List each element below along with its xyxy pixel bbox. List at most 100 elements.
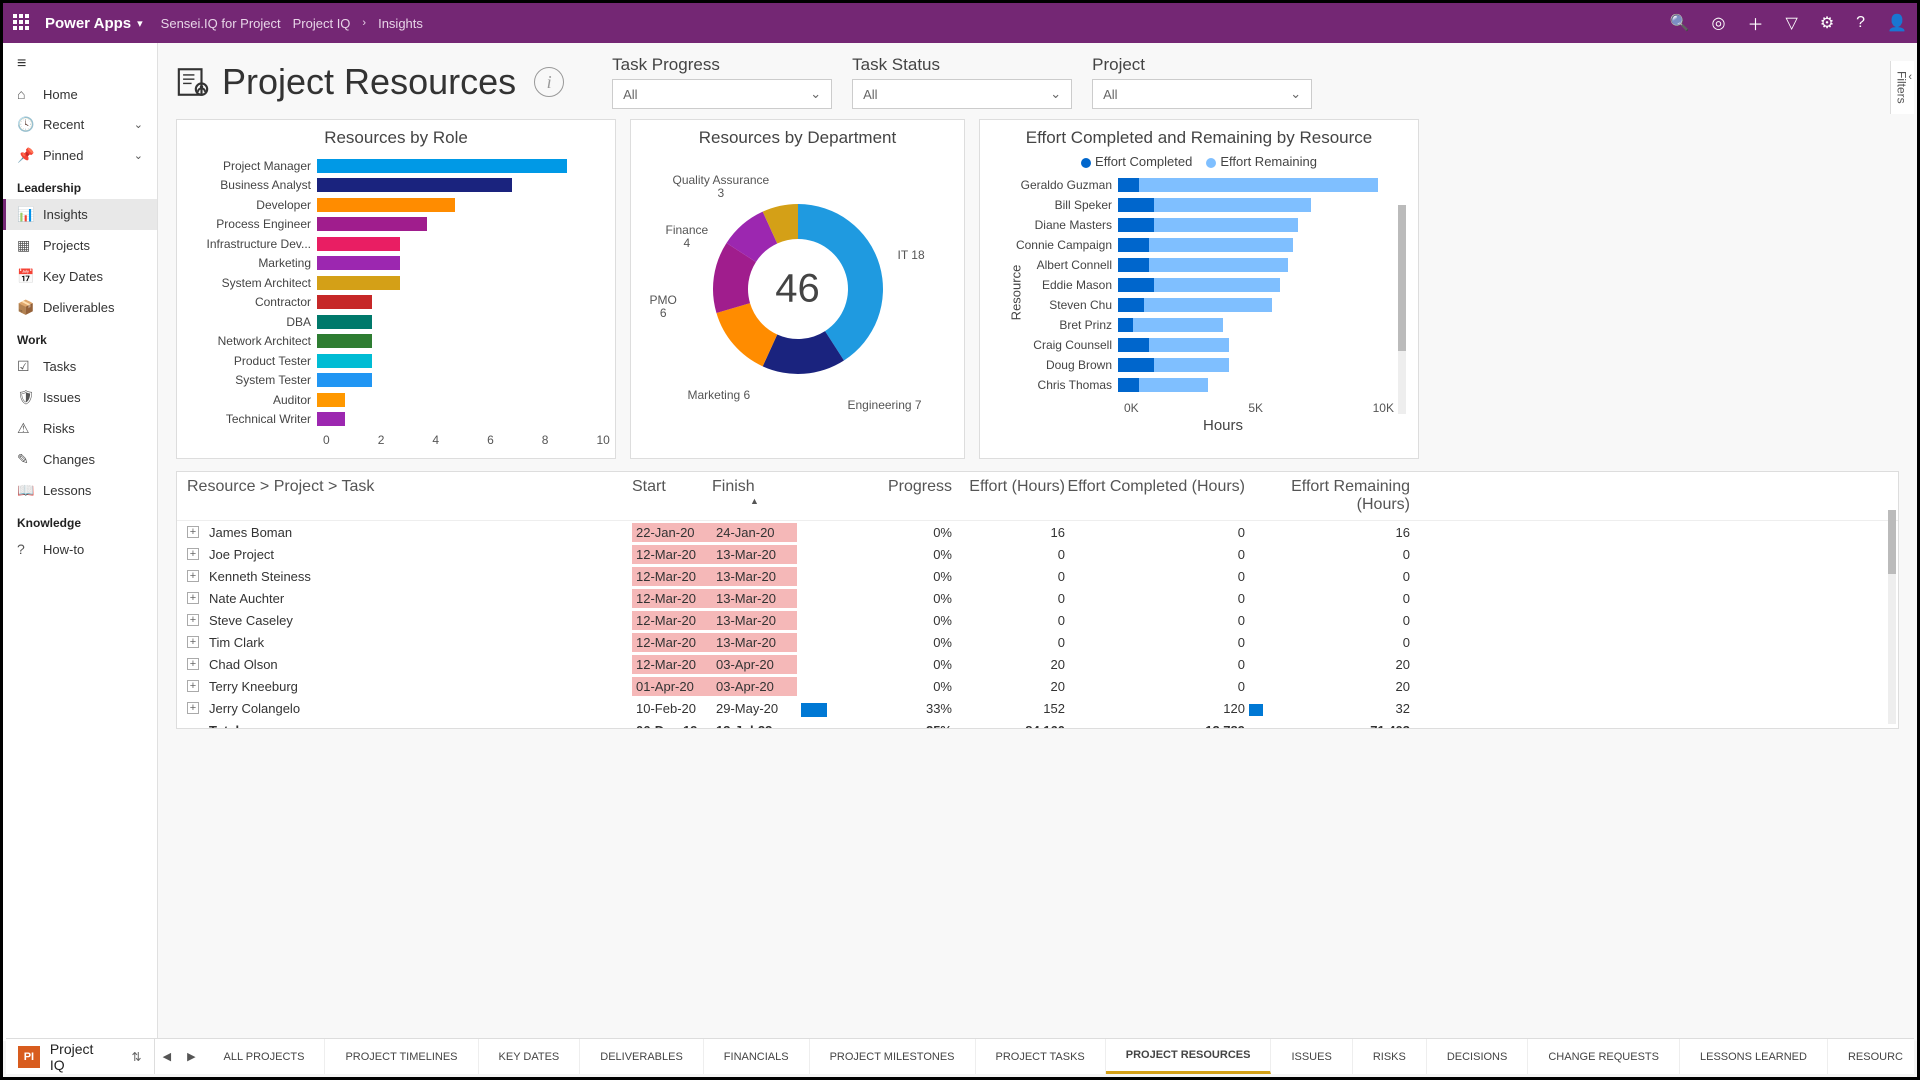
filter-project-select[interactable]: All⌄: [1092, 79, 1312, 109]
report-tab[interactable]: ISSUES: [1271, 1039, 1352, 1074]
nav-recent[interactable]: 🕓Recent⌄: [3, 109, 157, 140]
bar: [317, 276, 400, 290]
scrollbar[interactable]: [1398, 205, 1406, 414]
tabs-scroll-right[interactable]: ▶: [179, 1050, 203, 1063]
table-row[interactable]: +Kenneth Steiness 12-Mar-20 13-Mar-20 0%…: [177, 565, 1898, 587]
nav-lessons[interactable]: 📖Lessons: [3, 475, 157, 506]
nav-risks[interactable]: ⚠Risks: [3, 413, 157, 444]
table-row[interactable]: +James Boman 22-Jan-20 24-Jan-20 0% 16 0…: [177, 521, 1898, 543]
info-icon[interactable]: i: [534, 67, 564, 97]
table-row[interactable]: +Tim Clark 12-Mar-20 13-Mar-20 0% 0 0 0: [177, 631, 1898, 653]
target-icon[interactable]: ◎: [1712, 13, 1726, 33]
help-icon[interactable]: ?: [1856, 14, 1865, 32]
nav-howto[interactable]: ?How-to: [3, 534, 157, 564]
tabs-scroll-left[interactable]: ◀: [155, 1050, 179, 1063]
add-icon[interactable]: ＋: [1748, 11, 1764, 35]
table-col-progress[interactable]: Progress: [797, 478, 952, 514]
nav-issues[interactable]: 🛡Issues: [3, 382, 157, 413]
nav-insights[interactable]: 📊Insights: [3, 199, 157, 230]
resource-table[interactable]: Resource > Project > Task Start Finish▲ …: [176, 471, 1899, 729]
chart-resources-by-role[interactable]: Resources by Role Project ManagerBusines…: [176, 119, 616, 459]
bar-label: Doug Brown: [998, 358, 1118, 372]
expand-icon[interactable]: +: [187, 658, 199, 670]
table-row[interactable]: +Nate Auchter 12-Mar-20 13-Mar-20 0% 0 0…: [177, 587, 1898, 609]
breadcrumb-page[interactable]: Insights: [378, 16, 423, 31]
report-tab[interactable]: DELIVERABLES: [580, 1039, 704, 1074]
filter-task-status-select[interactable]: All⌄: [852, 79, 1072, 109]
chart-effort-by-resource[interactable]: Effort Completed and Remaining by Resour…: [979, 119, 1419, 459]
workspace-app-badge[interactable]: PI Project IQ ⇅: [6, 1041, 154, 1073]
table-row[interactable]: +Steve Caseley 12-Mar-20 13-Mar-20 0% 0 …: [177, 609, 1898, 631]
bar-row: Process Engineer: [187, 215, 599, 235]
report-tab[interactable]: CHANGE REQUESTS: [1528, 1039, 1680, 1074]
expand-icon[interactable]: +: [187, 526, 199, 538]
report-tab[interactable]: PROJECT MILESTONES: [810, 1039, 976, 1074]
filter-icon[interactable]: ▽: [1786, 13, 1798, 33]
report-tab[interactable]: DECISIONS: [1427, 1039, 1529, 1074]
filters-pane-collapsed[interactable]: ‹ Filters: [1890, 61, 1914, 114]
expand-icon[interactable]: +: [187, 636, 199, 648]
bar-label: System Tester: [187, 373, 317, 387]
nav-item-label: Risks: [43, 421, 75, 436]
chart-resources-by-department[interactable]: Resources by Department 46 IT 18Engineer…: [630, 119, 965, 459]
table-row[interactable]: +Terry Kneeburg 01-Apr-20 03-Apr-20 0% 2…: [177, 675, 1898, 697]
table-row[interactable]: +Joe Project 12-Mar-20 13-Mar-20 0% 0 0 …: [177, 543, 1898, 565]
report-tab[interactable]: ALL PROJECTS: [204, 1039, 326, 1074]
bar-row: System Architect: [187, 273, 599, 293]
filter-task-progress-select[interactable]: All⌄: [612, 79, 832, 109]
bar-label: Chris Thomas: [998, 378, 1118, 392]
nav-deliverables[interactable]: 📦Deliverables: [3, 292, 157, 323]
stacked-bar-row: Steven Chu: [998, 295, 1408, 315]
report-tab[interactable]: PROJECT TASKS: [976, 1039, 1106, 1074]
table-col-resource[interactable]: Resource > Project > Task: [187, 478, 632, 514]
table-col-effort-remaining[interactable]: Effort Remaining (Hours): [1245, 478, 1410, 514]
app-chevron-icon[interactable]: ▾: [137, 17, 143, 30]
hamburger-icon[interactable]: ≡: [3, 49, 157, 79]
table-col-finish[interactable]: Finish▲: [712, 478, 797, 514]
row-progress: 0%: [797, 569, 952, 584]
settings-icon[interactable]: ⚙: [1820, 13, 1834, 33]
table-col-effort-completed[interactable]: Effort Completed (Hours): [1065, 478, 1245, 514]
nav-changes[interactable]: ✎Changes: [3, 444, 157, 475]
bar: [317, 256, 400, 270]
nav-keydates[interactable]: 📅Key Dates: [3, 261, 157, 292]
nav-tasks[interactable]: ☑Tasks: [3, 351, 157, 382]
bar-label: Auditor: [187, 393, 317, 407]
expand-icon[interactable]: +: [187, 680, 199, 692]
nav-pinned[interactable]: 📌Pinned⌄: [3, 140, 157, 171]
table-row[interactable]: +Jerry Colangelo 10-Feb-20 29-May-20 33%…: [177, 697, 1898, 719]
donut-label: Marketing 6: [688, 389, 751, 402]
report-tab[interactable]: FINANCIALS: [704, 1039, 810, 1074]
report-tab[interactable]: PROJECT TIMELINES: [325, 1039, 478, 1074]
table-col-effort[interactable]: Effort (Hours): [952, 478, 1065, 514]
expand-icon[interactable]: +: [187, 702, 199, 714]
row-start: 12-Mar-20: [632, 655, 712, 674]
report-tab[interactable]: RESOURC: [1828, 1039, 1914, 1074]
app-launcher-icon[interactable]: [13, 14, 31, 32]
expand-icon[interactable]: +: [187, 592, 199, 604]
report-tab[interactable]: KEY DATES: [479, 1039, 581, 1074]
search-icon[interactable]: 🔍: [1670, 13, 1690, 33]
row-effort-remaining: 0: [1245, 613, 1410, 628]
expand-icon[interactable]: +: [187, 570, 199, 582]
breadcrumb-app[interactable]: Project IQ: [293, 16, 351, 31]
report-tab[interactable]: LESSONS LEARNED: [1680, 1039, 1828, 1074]
table-row[interactable]: +Chad Olson 12-Mar-20 03-Apr-20 0% 20 0 …: [177, 653, 1898, 675]
expand-icon[interactable]: +: [187, 548, 199, 560]
bottom-tab-bar: PI Project IQ ⇅ ◀ ▶ ALL PROJECTSPROJECT …: [6, 1038, 1914, 1074]
nav-home[interactable]: ⌂Home: [3, 79, 157, 109]
report-tab[interactable]: RISKS: [1353, 1039, 1427, 1074]
row-finish: 13-Mar-20: [712, 589, 797, 608]
app-badge-name: Project IQ: [50, 1041, 112, 1073]
report-tab[interactable]: PROJECT RESOURCES: [1106, 1039, 1272, 1074]
stacked-bar: [1118, 238, 1293, 252]
scrollbar[interactable]: [1888, 510, 1896, 724]
sort-icon[interactable]: ⇅: [132, 1050, 142, 1064]
bar-label: Craig Counsell: [998, 338, 1118, 352]
nav-projects[interactable]: ▦Projects: [3, 230, 157, 261]
stacked-bar-row: Eddie Mason: [998, 275, 1408, 295]
breadcrumb-env[interactable]: Sensei.IQ for Project: [161, 16, 281, 31]
table-col-start[interactable]: Start: [632, 478, 712, 514]
expand-icon[interactable]: +: [187, 614, 199, 626]
account-icon[interactable]: 👤: [1887, 13, 1907, 33]
